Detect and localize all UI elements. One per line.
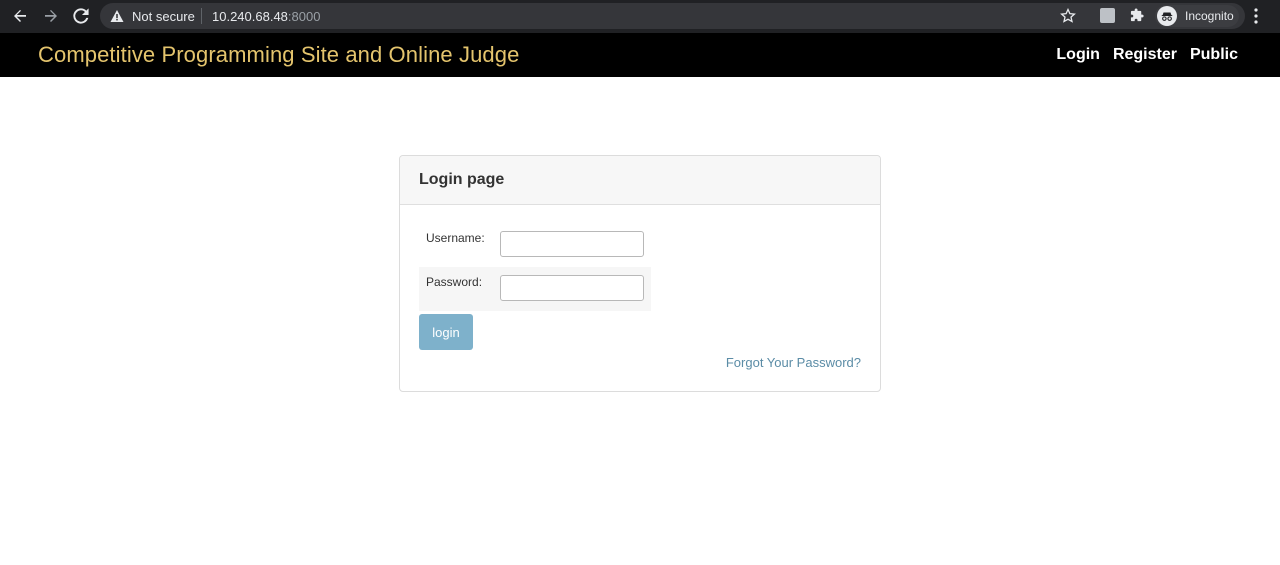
incognito-indicator[interactable]: Incognito [1155, 5, 1239, 27]
star-icon[interactable] [1060, 8, 1076, 24]
password-row: Password: [419, 267, 651, 311]
site-navbar: Competitive Programming Site and Online … [0, 33, 1280, 77]
card-header: Login page [400, 156, 880, 205]
url-text[interactable]: 10.240.68.48:8000 [212, 9, 320, 24]
incognito-icon [1157, 6, 1177, 26]
extension-icon[interactable] [1100, 8, 1115, 23]
page-title: Login page [419, 171, 505, 188]
login-button[interactable]: login [419, 314, 473, 350]
browser-toolbar: Not secure 10.240.68.48:8000 Incognito [0, 0, 1280, 33]
kebab-menu-icon[interactable] [1254, 8, 1258, 24]
forgot-password-link[interactable]: Forgot Your Password? [726, 355, 861, 370]
reload-icon[interactable] [72, 7, 90, 25]
url-port: :8000 [287, 9, 321, 24]
nav-public-link[interactable]: Public [1190, 46, 1238, 64]
site-brand[interactable]: Competitive Programming Site and Online … [38, 42, 519, 68]
nav-links: Login Register Public [1056, 46, 1238, 64]
back-arrow-icon[interactable] [11, 7, 29, 25]
username-field[interactable] [500, 231, 644, 257]
warning-icon[interactable] [110, 9, 124, 23]
username-row: Username: [419, 223, 651, 267]
username-label: Username: [426, 231, 485, 245]
url-host: 10.240.68.48 [212, 9, 288, 24]
password-field[interactable] [500, 275, 644, 301]
omnibox-divider [201, 8, 202, 24]
nav-login-link[interactable]: Login [1056, 46, 1100, 64]
security-status: Not secure [132, 9, 195, 24]
password-label: Password: [426, 275, 483, 289]
login-card: Login page Username: Password: login For… [399, 155, 881, 392]
puzzle-icon[interactable] [1130, 8, 1145, 23]
address-bar[interactable]: Not secure 10.240.68.48:8000 [100, 3, 1245, 29]
forward-arrow-icon[interactable] [42, 7, 60, 25]
incognito-label: Incognito [1185, 9, 1234, 23]
nav-register-link[interactable]: Register [1113, 46, 1177, 64]
